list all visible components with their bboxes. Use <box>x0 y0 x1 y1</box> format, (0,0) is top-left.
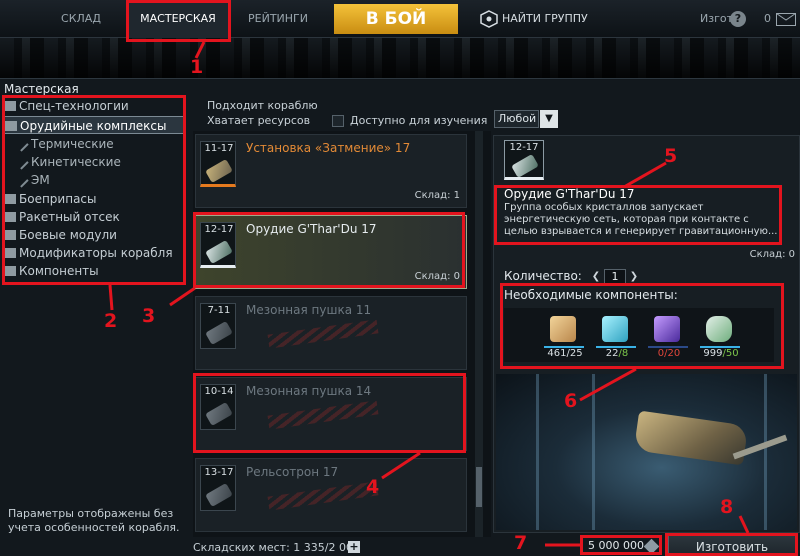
filter-fits-ship[interactable]: Подходит кораблю <box>207 99 318 112</box>
item-thumbnail: 7-11 <box>200 303 236 349</box>
filter-enough-resources[interactable]: Хватает ресурсов <box>207 114 310 127</box>
item-name: Рельсотрон 17 <box>246 465 339 479</box>
annotation-number: 4 <box>366 476 380 498</box>
hangar-beam <box>536 374 539 530</box>
item-list: 11-17 Установка «Затмение» 17 Склад: 1 1… <box>193 131 491 537</box>
quantity-input[interactable]: 1 <box>604 269 626 284</box>
scrollbar-thumb[interactable] <box>476 467 482 507</box>
hangar-backdrop <box>0 38 800 78</box>
window-title: Мастерская <box>4 82 79 96</box>
list-item[interactable]: 13-17 Рельсотрон 17 <box>195 458 467 532</box>
highlight-box <box>494 185 782 245</box>
filter-available-study: Доступно для изучения <box>350 114 488 127</box>
weapon-icon <box>205 320 233 346</box>
ship-model <box>633 410 749 466</box>
nav-left-edge <box>0 0 42 38</box>
highlight-box <box>665 533 798 556</box>
highlight-box <box>500 283 784 369</box>
quantity-decrease-button[interactable]: ❮ <box>590 270 602 284</box>
find-group-button[interactable]: НАЙТИ ГРУППУ <box>478 0 588 38</box>
quantity-label: Количество: <box>504 269 582 283</box>
highlight-box <box>193 373 466 453</box>
level-range: 13-17 <box>204 467 234 478</box>
chevron-down-icon[interactable]: ▼ <box>540 110 558 128</box>
item-name: Установка «Затмение» 17 <box>246 141 411 155</box>
battle-button[interactable]: В БОЙ <box>334 4 458 34</box>
locked-stamp <box>267 481 379 511</box>
level-range: 7-11 <box>207 305 231 316</box>
highlight-box <box>126 0 231 42</box>
storage-capacity: Складских мест: 1 335/2 000 <box>193 541 360 554</box>
list-item[interactable]: 11-17 Установка «Затмение» 17 Склад: 1 <box>195 134 467 208</box>
highlight-box <box>193 212 465 288</box>
mail-count: 0 <box>764 12 771 25</box>
hangar-beam <box>592 374 595 530</box>
highlight-box <box>2 95 186 285</box>
highlight-box <box>580 535 662 555</box>
detail-stock: Склад: 0 <box>749 249 795 260</box>
list-item[interactable]: 7-11 Мезонная пушка 11 <box>195 296 467 370</box>
weapon-icon <box>205 482 233 508</box>
annotation-number: 6 <box>564 390 578 412</box>
tab-warehouse[interactable]: СКЛАД <box>44 0 118 38</box>
study-checkbox[interactable] <box>332 115 344 127</box>
group-icon <box>480 10 498 28</box>
quantity-increase-button[interactable]: ❯ <box>628 270 640 284</box>
item-stock: Склад: 1 <box>414 190 460 201</box>
locked-stamp <box>267 319 379 349</box>
annotation-number: 7 <box>514 532 528 554</box>
mail-icon[interactable] <box>776 13 796 26</box>
annotation-number: 2 <box>104 310 118 332</box>
annotation-number: 5 <box>664 145 678 167</box>
annotation-number: 8 <box>720 496 734 518</box>
annotation-number: 1 <box>190 56 204 78</box>
level-range: 12-17 <box>509 142 539 153</box>
ship-preview <box>496 374 797 530</box>
detail-thumbnail: 12-17 <box>504 140 544 180</box>
find-group-label: НАЙТИ ГРУППУ <box>502 12 588 25</box>
hangar-beam <box>764 374 767 530</box>
top-navigation: СКЛАД МАСТЕРСКАЯ РЕЙТИНГИ В БОЙ НАЙТИ ГР… <box>0 0 800 38</box>
weapon-icon <box>511 153 539 179</box>
level-select[interactable]: Любой <box>494 110 539 128</box>
item-name: Мезонная пушка 11 <box>246 303 372 317</box>
level-range: 11-17 <box>204 143 234 154</box>
annotation-number: 3 <box>142 305 156 327</box>
tab-ratings[interactable]: РЕЙТИНГИ <box>238 0 318 38</box>
parameters-note: Параметры отображены без учета особеннос… <box>8 507 180 534</box>
add-storage-button[interactable]: + <box>348 541 360 553</box>
item-thumbnail: 13-17 <box>200 465 236 511</box>
weapon-icon <box>205 158 233 184</box>
item-thumbnail: 11-17 <box>200 141 236 187</box>
help-icon[interactable]: ? <box>730 11 746 27</box>
